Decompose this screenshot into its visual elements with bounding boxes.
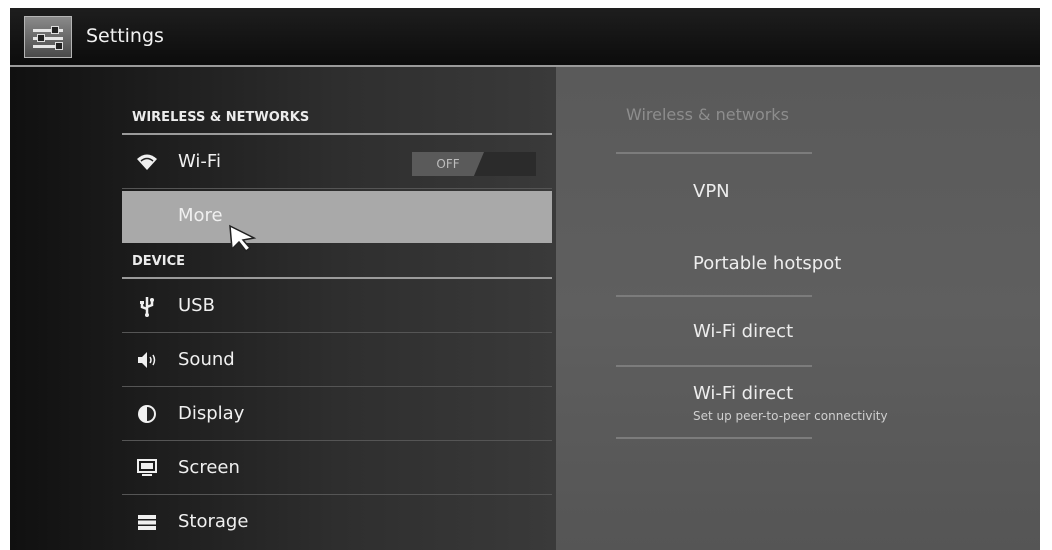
action-bar: Settings <box>10 8 1040 67</box>
list-item-more[interactable]: More <box>122 191 552 243</box>
storage-label: Storage <box>178 511 249 532</box>
vpn-item[interactable]: VPN <box>693 181 730 202</box>
list-item-display[interactable]: Display <box>122 389 552 441</box>
speaker-icon <box>138 352 156 368</box>
list-item-wifi[interactable]: Wi-Fi OFF <box>122 137 552 189</box>
wifi-direct-item[interactable]: Wi-Fi direct <box>693 321 793 342</box>
more-label: More <box>178 205 223 226</box>
sound-label: Sound <box>178 349 235 370</box>
mouse-pointer-icon <box>229 224 257 252</box>
section-header-device: DEVICE <box>122 251 552 279</box>
settings-sliders-icon[interactable] <box>24 16 72 58</box>
divider <box>616 152 812 154</box>
settings-category-list: WIRELESS & NETWORKS Wi-Fi OFF More DEVIC… <box>10 67 556 550</box>
list-item-screen[interactable]: Screen <box>122 443 552 495</box>
list-item-storage[interactable]: Storage <box>122 497 552 549</box>
wifi-label: Wi-Fi <box>178 151 221 172</box>
list-item-sound[interactable]: Sound <box>122 335 552 387</box>
wifi-toggle[interactable]: OFF <box>412 152 536 176</box>
divider <box>616 365 812 367</box>
app-title: Settings <box>86 25 164 47</box>
wifi-direct-item-2[interactable]: Wi-Fi direct <box>693 383 793 404</box>
portable-hotspot-item[interactable]: Portable hotspot <box>693 253 841 274</box>
wireless-networks-detail: Wireless & networks VPN Portable hotspot… <box>556 67 1040 550</box>
section-header-wireless: WIRELESS & NETWORKS <box>122 107 552 135</box>
monitor-icon <box>137 459 157 476</box>
detail-header: Wireless & networks <box>626 105 789 124</box>
divider <box>616 437 812 439</box>
display-brightness-icon <box>138 405 156 423</box>
usb-icon <box>140 297 154 317</box>
android-settings-screen: Settings WIRELESS & NETWORKS Wi-Fi OFF M… <box>10 8 1040 550</box>
screen-label: Screen <box>178 457 240 478</box>
usb-label: USB <box>178 295 215 316</box>
storage-icon <box>138 515 156 530</box>
display-label: Display <box>178 403 245 424</box>
list-item-usb[interactable]: USB <box>122 281 552 333</box>
wifi-icon <box>137 154 157 170</box>
divider <box>616 295 812 297</box>
wifi-toggle-state: OFF <box>412 152 484 176</box>
wifi-direct-subtitle: Set up peer-to-peer connectivity <box>693 409 888 423</box>
